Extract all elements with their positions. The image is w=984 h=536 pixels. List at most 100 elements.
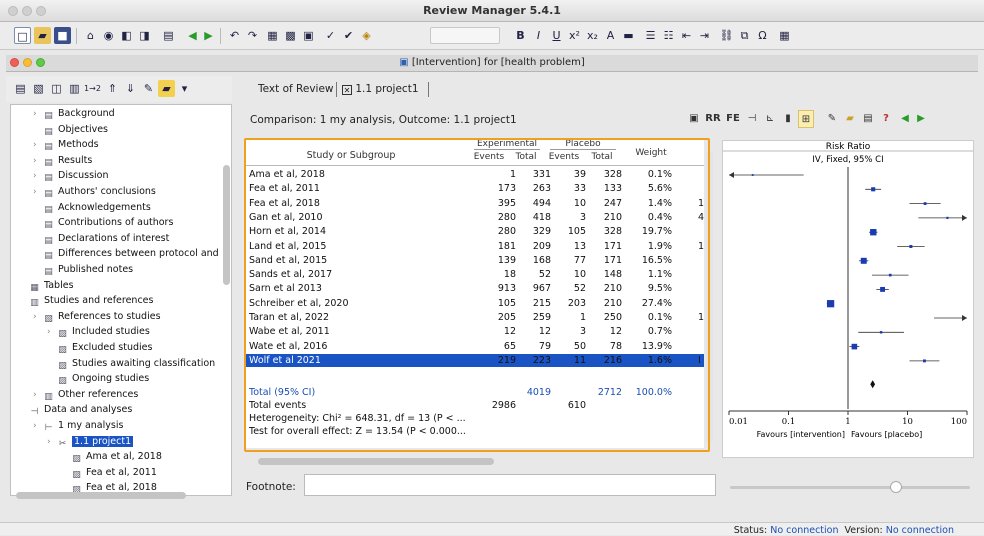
import-icon[interactable]: ◉ — [100, 27, 117, 44]
add-text-icon[interactable]: ▤ — [12, 80, 29, 97]
indent-icon[interactable]: ⇥ — [696, 27, 713, 44]
tree-item[interactable]: ▤ Differences between protocol and — [33, 247, 218, 261]
chevron-right-icon[interactable]: › — [33, 107, 43, 121]
tree-item[interactable]: › ▤ Discussion — [33, 169, 109, 183]
table-row[interactable]: Gan et al, 2010 280 418 3 210 0.4% 4 — [246, 211, 704, 224]
back-arrow-icon[interactable]: ◀ — [184, 27, 201, 44]
chevron-right-icon[interactable]: › — [33, 154, 43, 168]
tree-item[interactable]: › ⊢ 1 my analysis — [33, 419, 123, 433]
superscript-icon[interactable]: x² — [566, 27, 583, 44]
chevron-right-icon[interactable]: › — [33, 419, 43, 433]
symbol-icon[interactable]: Ω — [754, 27, 771, 44]
analysis-model-button[interactable]: FE — [724, 110, 742, 128]
edit-properties-icon[interactable]: ▧ — [30, 80, 47, 97]
chevron-right-icon[interactable]: › — [47, 325, 57, 339]
tree-item[interactable]: ▨ Ama et al, 2018 — [61, 450, 162, 464]
tree-item[interactable]: ▨ Fea et al, 2011 — [61, 466, 157, 480]
table-row[interactable]: Sarn et al 2013 913 967 52 210 9.5% — [246, 282, 704, 295]
print-icon[interactable]: ▤ — [860, 110, 876, 128]
table-horizontal-scrollbar[interactable] — [258, 458, 494, 465]
tree-item[interactable]: › ▤ Authors' conclusions — [33, 185, 156, 199]
options-dropdown-icon[interactable]: ▾ — [176, 80, 193, 97]
numbered-list-icon[interactable]: ☷ — [660, 27, 677, 44]
table-row[interactable]: Sand et al, 2015 139 168 77 171 16.5% — [246, 254, 704, 267]
cut-icon[interactable]: ▦ — [264, 27, 281, 44]
spellcheck-icon[interactable]: ✓ — [322, 27, 339, 44]
tab-text-of-review[interactable]: Text of Review — [252, 79, 340, 99]
forward-arrow-icon[interactable]: ▶ — [200, 27, 217, 44]
table-row[interactable]: Sands et al, 2017 18 52 10 148 1.1% — [246, 268, 704, 281]
save-icon[interactable]: ■ — [54, 27, 71, 44]
tree-item[interactable]: ▦ Tables — [19, 279, 73, 293]
tree-item[interactable]: ▨ Ongoing studies — [47, 372, 149, 386]
subscript-icon[interactable]: x₂ — [584, 27, 601, 44]
plot-width-slider[interactable] — [730, 480, 970, 494]
funnel-plot-icon[interactable]: ⊾ — [762, 110, 778, 128]
chevron-right-icon[interactable]: › — [33, 185, 43, 199]
numbering-icon[interactable]: 1→2 — [84, 80, 101, 97]
table-row[interactable]: Wate et al, 2016 65 79 50 78 13.9% — [246, 340, 704, 353]
table-row[interactable]: Taran et al, 2022 205 259 1 250 0.1% 1 — [246, 311, 704, 324]
table-row[interactable]: Fea et al, 2011 173 263 33 133 5.6% — [246, 182, 704, 195]
chevron-right-icon[interactable]: › — [47, 435, 57, 449]
home-icon[interactable]: ⌂ — [82, 27, 99, 44]
tree-item[interactable]: ▤ Objectives — [33, 123, 108, 137]
add-study-icon[interactable]: ▥ — [66, 80, 83, 97]
tree-horizontal-scrollbar[interactable] — [16, 492, 186, 499]
table-icon[interactable]: ▦ — [776, 27, 793, 44]
table-row[interactable]: Ama et al, 2018 1 331 39 328 0.1% — [246, 168, 704, 181]
preview-icon[interactable]: ◫ — [48, 80, 65, 97]
move-down-icon[interactable]: ⇓ — [122, 80, 139, 97]
paste-icon[interactable]: ▣ — [300, 27, 317, 44]
chevron-right-icon[interactable]: › — [33, 388, 43, 402]
underline-icon[interactable]: U — [548, 27, 565, 44]
find-icon[interactable]: ◈ — [358, 27, 375, 44]
tree-item[interactable]: ▥ Studies and references — [19, 294, 153, 308]
chevron-right-icon[interactable]: › — [33, 138, 43, 152]
copy-icon[interactable]: ▩ — [282, 27, 299, 44]
status-value-link[interactable]: No connection — [770, 525, 838, 536]
move-up-icon[interactable]: ⇑ — [104, 80, 121, 97]
tree-item[interactable]: › ✂ 1.1 project1 — [47, 435, 134, 449]
check-in-icon[interactable]: ◧ — [118, 27, 135, 44]
table-row[interactable]: Schreiber et al, 2020 105 215 203 210 27.4% — [246, 297, 704, 310]
tree-item[interactable]: ▤ Contributions of authors — [33, 216, 173, 230]
redo-icon[interactable]: ↷ — [244, 27, 261, 44]
tree-item[interactable]: › ▨ Included studies — [47, 325, 150, 339]
tree-item[interactable]: ⊣ Data and analyses — [19, 403, 133, 417]
tree-item[interactable]: ▤ Published notes — [33, 263, 133, 277]
effect-measure-button[interactable]: RR — [704, 110, 722, 128]
spellcheck-auto-icon[interactable]: ✔ — [340, 27, 357, 44]
table-row[interactable]: Horn et al, 2014 280 329 105 328 19.7% — [246, 225, 704, 238]
highlight-icon[interactable]: ▬ — [620, 27, 637, 44]
italic-icon[interactable]: I — [530, 27, 547, 44]
tree-item[interactable]: › ▥ Other references — [33, 388, 138, 402]
undo-icon[interactable]: ↶ — [226, 27, 243, 44]
new-document-icon[interactable]: □ — [14, 27, 31, 44]
font-size-select[interactable] — [430, 27, 500, 44]
edit-properties-icon[interactable]: ✎ — [824, 110, 840, 128]
previous-icon[interactable]: ◀ — [898, 110, 912, 128]
outdent-icon[interactable]: ⇤ — [678, 27, 695, 44]
help-icon[interactable]: ? — [878, 110, 894, 128]
table-row[interactable]: Fea et al, 2018 395 494 10 247 1.4% 1 — [246, 197, 704, 210]
footnote-input[interactable] — [304, 474, 716, 496]
tree-item[interactable]: ▤ Acknowledgements — [33, 201, 151, 215]
link-icon[interactable]: ⛓ — [718, 27, 735, 44]
tab-project1[interactable]: ✕ 1.1 project1 — [340, 79, 425, 99]
tree-item[interactable]: ▨ Studies awaiting classification — [47, 357, 215, 371]
tree-item[interactable]: › ▤ Background — [33, 107, 115, 121]
next-icon[interactable]: ▶ — [914, 110, 928, 128]
bold-icon[interactable]: B — [512, 27, 529, 44]
chevron-right-icon[interactable]: › — [33, 310, 43, 324]
tree-item[interactable]: › ▧ References to studies — [33, 310, 161, 324]
tree-item[interactable]: ▤ Declarations of interest — [33, 232, 169, 246]
reference-link-icon[interactable]: ⧉ — [736, 27, 753, 44]
forest-plot-icon[interactable]: ⊣ — [744, 110, 760, 128]
text-color-icon[interactable]: A — [602, 27, 619, 44]
notes-icon[interactable]: ▰ — [842, 110, 858, 128]
print-icon[interactable]: ▤ — [160, 27, 177, 44]
edit-icon[interactable]: ✎ — [140, 80, 157, 97]
calculator-icon[interactable]: ▮ — [780, 110, 796, 128]
grid-view-icon[interactable]: ⊞ — [798, 110, 814, 128]
